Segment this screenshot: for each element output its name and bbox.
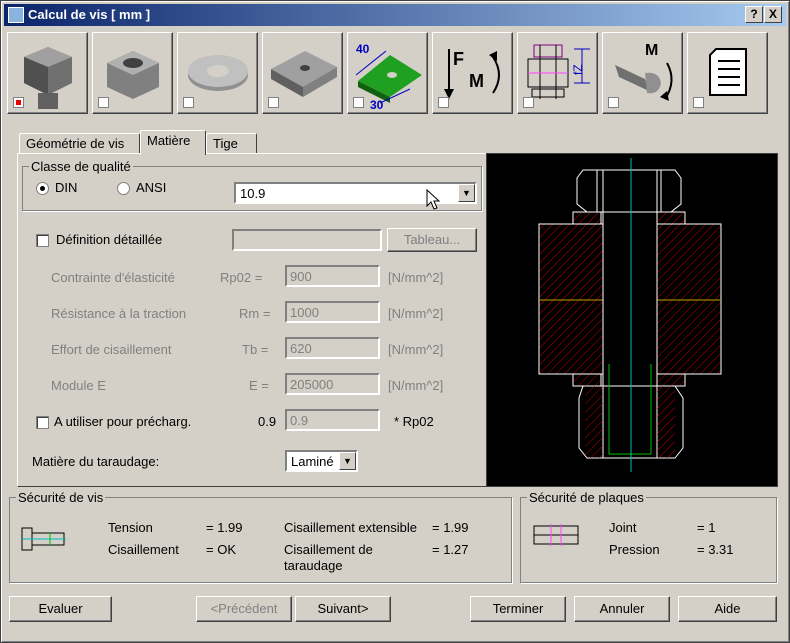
tool-nut[interactable] xyxy=(92,32,173,114)
ansi-label: ANSI xyxy=(136,180,167,195)
tool-report[interactable] xyxy=(687,32,768,114)
threading-material-label: Matière du taraudage: xyxy=(32,454,160,469)
tool-torque-label: M xyxy=(645,42,658,59)
din-label: DIN xyxy=(55,180,78,195)
tool-force-moment[interactable]: F M xyxy=(432,32,513,114)
bolt-safety-icon xyxy=(21,527,66,551)
pressure-value: = 3.31 xyxy=(697,542,734,557)
tool-force-label: F xyxy=(453,49,464,69)
chevron-down-icon[interactable]: ▼ xyxy=(458,184,475,202)
tab-material[interactable]: Matière xyxy=(140,130,206,155)
modulus-unit: [N/mm^2] xyxy=(388,378,444,393)
tensile-strength-unit: [N/mm^2] xyxy=(388,306,444,321)
previous-button[interactable]: <Précédent xyxy=(196,596,292,622)
modulus-symbol: E = xyxy=(249,378,269,393)
chevron-down-icon[interactable]: ▼ xyxy=(339,452,356,470)
din-radio[interactable] xyxy=(36,182,49,195)
plate-safety-group: Sécurité de plaques Joint = 1 Pression =… xyxy=(520,490,777,583)
app-icon xyxy=(8,7,24,23)
tensile-strength-symbol: Rm = xyxy=(239,306,271,321)
mouse-cursor-icon xyxy=(426,189,441,210)
quality-class-legend: Classe de qualité xyxy=(29,159,133,174)
extensible-shear-value: = 1.99 xyxy=(432,520,469,535)
tool-joint-label: fZ xyxy=(571,64,585,75)
tool-force-moment-checkbox[interactable] xyxy=(438,97,449,108)
threading-material-value: Laminé xyxy=(291,454,334,469)
joint-value: = 1 xyxy=(697,520,716,535)
shear-stress-field[interactable]: 620 xyxy=(285,337,380,359)
tool-joint-assembly[interactable]: fZ xyxy=(517,32,598,114)
preload-suffix: * Rp02 xyxy=(394,414,434,429)
tension-label: Tension xyxy=(108,520,153,535)
extensible-shear-label: Cisaillement extensible xyxy=(284,520,417,535)
bolt-preview xyxy=(486,153,778,487)
detailed-definition-label: Définition détaillée xyxy=(56,232,163,247)
tool-plate-dimensions[interactable]: 40 30 xyxy=(347,32,428,114)
yield-stress-symbol: Rp02 = xyxy=(220,270,263,285)
table-button[interactable]: Tableau... xyxy=(387,228,477,252)
next-button[interactable]: Suivant> xyxy=(295,596,391,622)
yield-stress-label: Contrainte d'élasticité xyxy=(51,270,175,285)
title-bar[interactable]: Calcul de vis [ mm ] ? X xyxy=(4,4,786,26)
tensile-strength-label: Résistance à la traction xyxy=(51,306,187,321)
joint-label: Joint xyxy=(609,520,637,535)
tool-nut-checkbox[interactable] xyxy=(98,97,109,108)
tool-plate-dimensions-checkbox[interactable] xyxy=(353,97,364,108)
shear-stress-unit: [N/mm^2] xyxy=(388,342,444,357)
window-title: Calcul de vis [ mm ] xyxy=(28,7,151,22)
tool-tightening-torque[interactable]: M xyxy=(602,32,683,114)
quality-class-value: 10.9 xyxy=(240,186,266,201)
tab-bolt-geometry[interactable]: Géométrie de vis xyxy=(19,133,140,154)
pressure-label: Pression xyxy=(609,542,660,557)
ansi-radio[interactable] xyxy=(117,182,130,195)
bolt-section-drawing xyxy=(538,158,722,472)
material-panel: Classe de qualité DIN ANSI 10.9 ▼ Défini… xyxy=(17,153,487,487)
tool-washer-checkbox[interactable] xyxy=(183,97,194,108)
shear-label: Cisaillement xyxy=(108,542,179,557)
plate-safety-icon xyxy=(533,524,579,546)
evaluate-button[interactable]: Evaluer xyxy=(9,596,112,622)
bolt-safety-group: Sécurité de vis Tension = 1.99 Cisaillem… xyxy=(9,490,512,583)
tool-dim-bottom-label: 30 xyxy=(370,98,384,111)
tool-bolt-head[interactable] xyxy=(7,32,88,114)
tool-tightening-torque-checkbox[interactable] xyxy=(608,97,619,108)
tool-moment-label: M xyxy=(469,71,484,91)
toolbar: 40 30 F M fZ M xyxy=(7,30,785,118)
close-button[interactable]: X xyxy=(764,6,782,23)
shear-value: = OK xyxy=(206,542,236,557)
help-button[interactable]: ? xyxy=(745,6,763,23)
thread-shear-label: Cisaillement de taraudage xyxy=(284,542,373,573)
threading-material-select[interactable]: Laminé ▼ xyxy=(285,450,358,472)
thread-shear-value: = 1.27 xyxy=(432,542,469,557)
finish-button[interactable]: Terminer xyxy=(470,596,566,622)
plate-safety-legend: Sécurité de plaques xyxy=(527,490,646,505)
main-window: Calcul de vis [ mm ] ? X 40 30 F M fZ M … xyxy=(0,0,790,643)
preload-factor: 0.9 xyxy=(258,414,277,429)
tool-bolt-head-checkbox[interactable] xyxy=(13,97,24,108)
tool-plate[interactable] xyxy=(262,32,343,114)
help-dialog-button[interactable]: Aide xyxy=(678,596,777,622)
tool-dim-top-label: 40 xyxy=(356,42,370,56)
tab-shank[interactable]: Tige xyxy=(206,133,257,154)
modulus-label: Module E xyxy=(51,378,106,393)
cancel-button[interactable]: Annuler xyxy=(574,596,670,622)
yield-stress-field[interactable]: 900 xyxy=(285,265,380,287)
preload-checkbox[interactable] xyxy=(36,416,49,429)
tension-value: = 1.99 xyxy=(206,520,243,535)
modulus-field[interactable]: 205000 xyxy=(285,373,380,395)
tool-joint-assembly-checkbox[interactable] xyxy=(523,97,534,108)
tensile-strength-field[interactable]: 1000 xyxy=(285,301,380,323)
detailed-definition-checkbox[interactable] xyxy=(36,234,49,247)
tool-plate-checkbox[interactable] xyxy=(268,97,279,108)
preload-field[interactable]: 0.9 xyxy=(285,409,380,431)
preload-label: A utiliser pour précharg. xyxy=(54,414,192,429)
shear-stress-label: Effort de cisaillement xyxy=(51,342,172,357)
detailed-definition-field[interactable] xyxy=(232,229,382,251)
tool-washer[interactable] xyxy=(177,32,258,114)
bolt-safety-legend: Sécurité de vis xyxy=(16,490,106,505)
yield-stress-unit: [N/mm^2] xyxy=(388,270,444,285)
shear-stress-symbol: Tb = xyxy=(242,342,269,357)
tool-report-checkbox[interactable] xyxy=(693,97,704,108)
quality-class-group: Classe de qualité DIN ANSI 10.9 ▼ xyxy=(22,159,482,211)
